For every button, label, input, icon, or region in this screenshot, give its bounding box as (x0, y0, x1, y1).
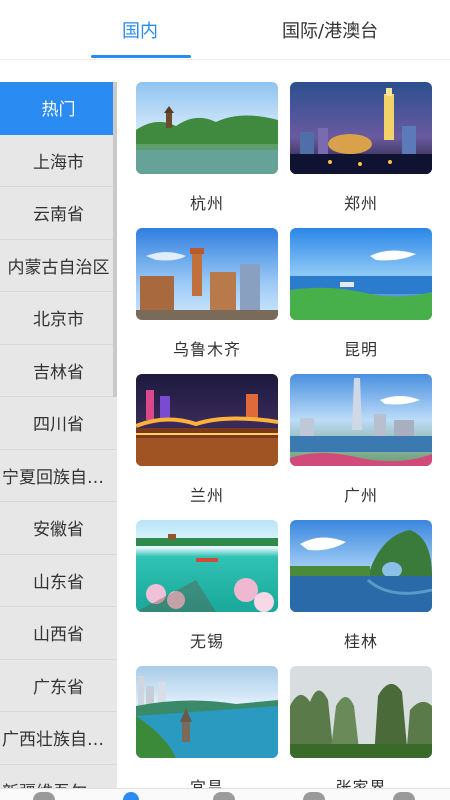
profile-icon[interactable] (393, 792, 415, 800)
city-name: 兰州 (189, 486, 224, 505)
sidebar-item-shandong[interactable]: 山东省 (0, 554, 117, 607)
region-tabs: 国内 国际/港澳台 (0, 0, 450, 60)
city-name: 乌鲁木齐 (172, 340, 241, 359)
location-icon[interactable] (123, 792, 139, 800)
city-photo (290, 228, 432, 320)
city-name: 广州 (343, 486, 378, 505)
city-card-kunming[interactable]: 昆明 (290, 228, 432, 360)
sidebar-item-label: 安徽省 (33, 520, 84, 541)
list-icon[interactable] (303, 792, 325, 800)
city-card-wuxi[interactable]: 无锡 (136, 520, 278, 652)
sidebar-item-guangdong[interactable]: 广东省 (0, 659, 117, 712)
sidebar-item-hot[interactable]: 热门 (0, 82, 117, 135)
city-name: 郑州 (343, 194, 378, 213)
city-photo (290, 374, 432, 466)
home-icon[interactable] (33, 792, 55, 800)
city-name: 杭州 (189, 194, 224, 213)
city-card-zhengzhou[interactable]: 郑州 (290, 82, 432, 214)
sidebar-item-shanghai[interactable]: 上海市 (0, 134, 117, 187)
discover-icon[interactable] (213, 792, 235, 800)
active-tab-indicator (91, 55, 191, 58)
app-root: { "tabs": [ {"label": "国内", "active": tr… (0, 0, 450, 800)
sidebar-item-label: 内蒙古自治区 (7, 257, 110, 278)
city-photo (136, 228, 278, 320)
city-name: 昆明 (343, 340, 378, 359)
city-card-lanzhou[interactable]: 兰州 (136, 374, 278, 506)
sidebar-item-inner-mongolia[interactable]: 内蒙古自治区 (0, 239, 117, 292)
sidebar-item-label: 热门 (41, 100, 76, 121)
sidebar-item-yunnan[interactable]: 云南省 (0, 187, 117, 240)
sidebar-item-label: 北京市 (33, 310, 84, 331)
city-card-yichang[interactable]: 宜昌 (136, 666, 278, 798)
sidebar-item-jilin[interactable]: 吉林省 (0, 344, 117, 397)
sidebar-item-label: 云南省 (33, 205, 84, 226)
sidebar-item-label: 广东省 (33, 677, 84, 698)
city-photo (290, 82, 432, 174)
sidebar-item-label: 四川省 (33, 415, 84, 436)
province-sidebar: 热门 上海市 云南省 内蒙古自治区 北京市 吉林省 四川省 宁夏回族自… 安徽省… (0, 82, 117, 800)
city-photo (136, 82, 278, 174)
tab-domestic[interactable]: 国内 (0, 0, 282, 60)
bottom-nav-bar (0, 788, 450, 800)
city-card-urumqi[interactable]: 乌鲁木齐 (136, 228, 278, 360)
sidebar-item-ningxia[interactable]: 宁夏回族自… (0, 449, 117, 502)
sidebar-item-sichuan[interactable]: 四川省 (0, 397, 117, 450)
tab-international-label: 国际/港澳台 (282, 21, 379, 42)
city-photo (290, 666, 432, 758)
city-photo (136, 374, 278, 466)
sidebar-scrollbar[interactable] (113, 82, 117, 397)
sidebar-item-guangxi[interactable]: 广西壮族自… (0, 712, 117, 765)
city-name: 无锡 (189, 632, 224, 651)
sidebar-item-anhui[interactable]: 安徽省 (0, 502, 117, 555)
tab-international[interactable]: 国际/港澳台 (282, 0, 450, 60)
tab-domestic-label: 国内 (122, 21, 158, 42)
sidebar-item-label: 宁夏回族自… (2, 467, 104, 488)
city-name: 桂林 (343, 632, 378, 651)
city-photo (136, 666, 278, 758)
city-card-guangzhou[interactable]: 广州 (290, 374, 432, 506)
city-photo (290, 520, 432, 612)
city-photo (136, 520, 278, 612)
city-card-hangzhou[interactable]: 杭州 (136, 82, 278, 214)
sidebar-item-label: 山东省 (33, 572, 84, 593)
city-card-guilin[interactable]: 桂林 (290, 520, 432, 652)
sidebar-item-label: 广西壮族自… (2, 730, 104, 751)
sidebar-item-beijing[interactable]: 北京市 (0, 292, 117, 345)
sidebar-item-label: 山西省 (33, 625, 84, 646)
city-card-zhangjiajie[interactable]: 张家界 (290, 666, 432, 798)
sidebar-item-label: 吉林省 (33, 362, 84, 383)
sidebar-item-label: 上海市 (33, 152, 84, 173)
city-grid: 杭州 郑州 乌鲁木齐 昆明 兰州 广州 无锡 桂林 (136, 82, 432, 800)
sidebar-item-shanxi[interactable]: 山西省 (0, 607, 117, 660)
